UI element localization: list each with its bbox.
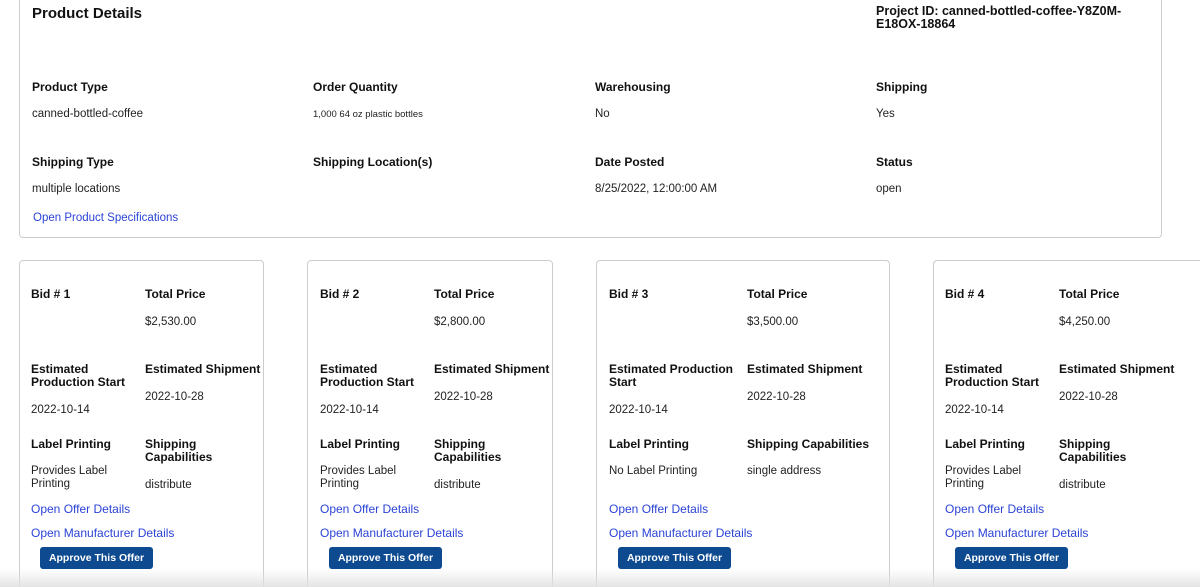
shipping-capabilities-value: single address [747,465,822,477]
shipping-type-label: Shipping Type [32,155,114,169]
total-price-value: $2,530.00 [145,316,197,328]
shipping-capabilities-label: Shipping Capabilities [145,437,213,464]
bid-title: Bid # 2 [320,287,360,301]
est-production-value: 2022-10-14 [945,404,1004,416]
bid-card-1: Bid # 1 Total Price $2,530.00 Estimated … [19,260,264,587]
total-price-label: Total Price [145,287,206,301]
est-production-label: Estimated Production Start [31,362,126,389]
est-shipment-value: 2022-10-28 [747,391,806,403]
label-printing-value: No Label Printing [609,465,698,477]
label-printing-value: Provides Label Printing [31,465,108,490]
label-printing-value: Provides Label Printing [320,465,397,490]
est-production-value: 2022-10-14 [609,404,668,416]
shipping-capabilities-value: distribute [1059,479,1106,491]
est-production-label: Estimated Production Start [609,362,734,389]
open-product-specifications-link[interactable]: Open Product Specifications [33,212,178,224]
project-id: Project ID: canned-bottled-coffee-Y8Z0M-… [876,4,1122,31]
date-posted-value: 8/25/2022, 12:00:00 AM [595,183,718,195]
open-offer-details-link[interactable]: Open Offer Details [945,502,1044,516]
status-label: Status [876,155,913,169]
product-type-label: Product Type [32,80,108,94]
bid-title: Bid # 3 [609,287,649,301]
total-price-label: Total Price [434,287,495,301]
shipping-capabilities-value: distribute [145,479,192,491]
product-details-panel: Product Details Project ID: canned-bottl… [19,0,1162,238]
open-manufacturer-details-link[interactable]: Open Manufacturer Details [320,526,463,540]
est-shipment-value: 2022-10-28 [145,391,204,403]
est-production-value: 2022-10-14 [31,404,90,416]
approve-offer-button[interactable]: Approve This Offer [618,547,731,569]
order-quantity-value: 1,000 64 oz plastic bottles [313,109,423,120]
bid-card-2: Bid # 2 Total Price $2,800.00 Estimated … [307,260,553,587]
open-manufacturer-details-link[interactable]: Open Manufacturer Details [945,526,1088,540]
order-quantity-label: Order Quantity [313,80,398,94]
total-price-label: Total Price [1059,287,1120,301]
est-shipment-label: Estimated Shipment [747,362,863,376]
shipping-value: Yes [876,108,895,120]
panel-title: Product Details [32,5,143,22]
shipping-capabilities-value: distribute [434,479,481,491]
shipping-capabilities-label: Shipping Capabilities [1059,437,1127,464]
bid-card-4: Bid # 4 Total Price $4,250.00 Estimated … [933,260,1200,587]
open-manufacturer-details-link[interactable]: Open Manufacturer Details [31,526,174,540]
est-shipment-value: 2022-10-28 [1059,391,1118,403]
total-price-value: $2,800.00 [434,316,486,328]
est-production-label: Estimated Production Start [945,362,1040,389]
open-manufacturer-details-link[interactable]: Open Manufacturer Details [609,526,752,540]
est-shipment-value: 2022-10-28 [434,391,493,403]
bid-title: Bid # 4 [945,287,985,301]
scroll-fade [0,569,1200,587]
warehousing-value: No [595,108,610,120]
open-offer-details-link[interactable]: Open Offer Details [31,502,130,516]
label-printing-label: Label Printing [320,437,401,451]
est-production-value: 2022-10-14 [320,404,379,416]
est-shipment-label: Estimated Shipment [1059,362,1175,376]
date-posted-label: Date Posted [595,155,665,169]
total-price-label: Total Price [747,287,808,301]
total-price-value: $4,250.00 [1059,316,1111,328]
label-printing-label: Label Printing [31,437,112,451]
status-value: open [876,183,902,195]
approve-offer-button[interactable]: Approve This Offer [955,547,1068,569]
shipping-label: Shipping [876,80,928,94]
approve-offer-button[interactable]: Approve This Offer [40,547,153,569]
total-price-value: $3,500.00 [747,316,799,328]
product-type-value: canned-bottled-coffee [32,108,144,120]
bid-title: Bid # 1 [31,287,71,301]
est-shipment-label: Estimated Shipment [434,362,550,376]
open-offer-details-link[interactable]: Open Offer Details [609,502,708,516]
approve-offer-button[interactable]: Approve This Offer [329,547,442,569]
shipping-capabilities-label: Shipping Capabilities [434,437,502,464]
label-printing-label: Label Printing [945,437,1026,451]
label-printing-value: Provides Label Printing [945,465,1022,490]
bid-card-3: Bid # 3 Total Price $3,500.00 Estimated … [596,260,890,587]
label-printing-label: Label Printing [609,437,690,451]
shipping-locations-label: Shipping Location(s) [313,155,433,169]
shipping-capabilities-label: Shipping Capabilities [747,437,870,451]
est-production-label: Estimated Production Start [320,362,415,389]
shipping-type-value: multiple locations [32,183,121,195]
est-shipment-label: Estimated Shipment [145,362,261,376]
warehousing-label: Warehousing [595,80,671,94]
open-offer-details-link[interactable]: Open Offer Details [320,502,419,516]
